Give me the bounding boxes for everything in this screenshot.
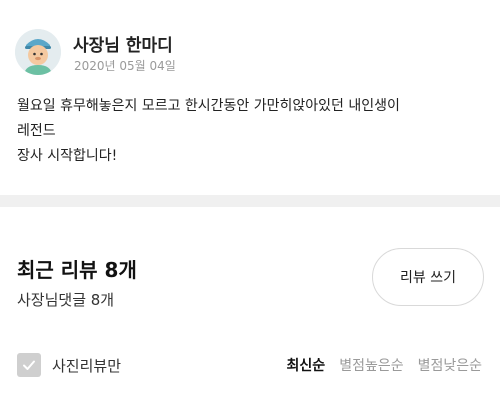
photo-review-only-label: 사진리뷰만 — [52, 356, 122, 375]
photo-review-only-filter[interactable]: 사진리뷰만 — [17, 353, 121, 377]
sort-latest[interactable]: 최신순 — [287, 355, 326, 375]
owner-notice-title: 사장님 한마디 — [73, 36, 173, 56]
write-review-button[interactable]: 리뷰 쓰기 — [372, 248, 484, 306]
notice-message: 월요일 휴무해놓은지 모르고 한시간동안 가만히앉아있던 내인생이 레전드 장사… — [17, 94, 487, 169]
owner-reply-count: 사장님댓글 8개 — [17, 291, 115, 309]
owner-notice-card: 사장님 한마디 2020년 05월 04일 월요일 휴무해놓은지 모르고 한시간… — [0, 0, 500, 195]
notice-message-line: 장사 시작합니다! — [17, 148, 118, 164]
checkmark-icon — [23, 360, 35, 370]
photo-review-only-checkbox[interactable] — [17, 353, 41, 377]
notice-date: 2020년 05월 04일 — [74, 59, 176, 73]
notice-message-line: 월요일 휴무해놓은지 모르고 한시간동안 가만히앉아있던 내인생이 — [17, 98, 400, 114]
owner-avatar-icon — [15, 29, 61, 75]
recent-reviews-title: 최근 리뷰 8개 — [17, 258, 137, 282]
notice-message-line: 레전드 — [17, 123, 56, 139]
sort-rating-low[interactable]: 별점낮은순 — [418, 355, 482, 375]
recent-reviews-section: 최근 리뷰 8개 사장님댓글 8개 리뷰 쓰기 사진리뷰만 최신순 별점높은순 … — [0, 207, 500, 417]
sort-rating-high[interactable]: 별점높은순 — [339, 355, 403, 375]
review-sort-options: 최신순 별점높은순 별점낮은순 — [287, 355, 482, 375]
